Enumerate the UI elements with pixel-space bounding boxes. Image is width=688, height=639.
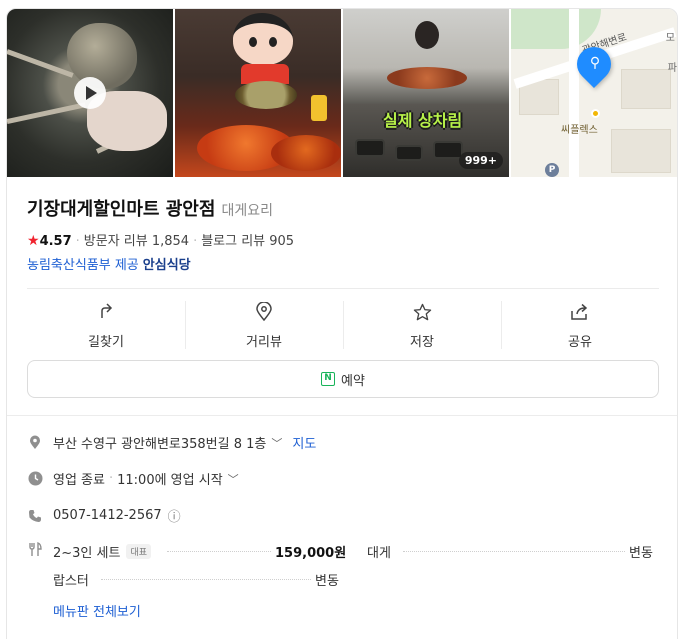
map-place-marker (591, 109, 600, 118)
star-icon: ★ (27, 233, 40, 249)
person (415, 21, 439, 49)
hours-status: 영업 종료 (53, 473, 105, 488)
street-view-label: 거리뷰 (246, 335, 282, 350)
map-label: 파 (667, 63, 677, 74)
photo-figure-crab[interactable] (175, 9, 341, 177)
reserve-button[interactable]: N 예약 (27, 360, 659, 398)
map-road (569, 9, 579, 177)
menu-leader (403, 551, 625, 552)
menu-item-name[interactable]: 대게 (367, 542, 391, 561)
dot-separator: · (108, 471, 114, 486)
menu-item-name: 2~3인 세트 (53, 546, 121, 561)
chevron-down-icon[interactable]: ﹀ (271, 435, 282, 451)
photo-caption: 실제 상차림 (383, 111, 463, 130)
phone-row: 0507-1412-2567 ⓘ (27, 506, 181, 525)
parking-icon: P (545, 163, 559, 177)
view-full-menu-link[interactable]: 메뉴판 전체보기 (53, 601, 141, 620)
review-stats: ★4.57 · 방문자 리뷰 1,854 · 블로그 리뷰 905 (27, 230, 294, 249)
divider (27, 288, 659, 289)
info-icon[interactable]: ⓘ (168, 506, 181, 525)
directions-label: 길찾기 (88, 335, 124, 350)
photo-count-badge[interactable]: 999+ (458, 152, 503, 169)
visitor-reviews-link[interactable]: 방문자 리뷰 1,854 (84, 234, 189, 249)
menu-item-price: 159,000원 (275, 546, 347, 561)
chevron-down-icon[interactable]: ﹀ (228, 471, 239, 487)
menu-leader (101, 579, 311, 580)
doll-head (233, 13, 293, 65)
share-icon (501, 301, 659, 323)
fork-knife-icon: ⚲ (589, 55, 601, 71)
side-dish (355, 139, 385, 157)
source-text: 농림축산식품부 제공 (27, 258, 139, 273)
place-card: 실제 상차림 999+ 광안해변로 모 파 ⚲ 씨플렉스 P 기장대게할인마트 … (6, 8, 678, 639)
utensils-icon (27, 541, 43, 557)
title-row: 기장대게할인마트 광안점 대게요리 (27, 195, 273, 221)
menu-item-price: 변동 (629, 546, 653, 561)
dot-separator: · (193, 234, 198, 249)
directions-button[interactable]: 길찾기 (27, 301, 185, 350)
map-block (611, 129, 671, 173)
reserve-label: 예약 (341, 373, 365, 389)
play-icon[interactable] (74, 77, 106, 109)
street-view-button[interactable]: 거리뷰 (185, 301, 343, 350)
save-button[interactable]: 저장 (343, 301, 501, 350)
photo-strip: 실제 상차림 999+ 광안해변로 모 파 ⚲ 씨플렉스 P (7, 9, 677, 177)
place-name[interactable]: 기장대게할인마트 광안점 (27, 199, 215, 220)
source-line: 농림축산식품부 제공 안심식당 (27, 254, 191, 273)
menu-item-price: 변동 (315, 574, 339, 589)
crab-leg (7, 102, 86, 124)
seafood-platter (387, 67, 467, 89)
crab-claw (67, 23, 137, 89)
clock-icon (27, 471, 43, 487)
section-divider (7, 415, 677, 416)
steamed-crab (271, 135, 341, 171)
star-icon (343, 301, 501, 323)
dot-separator: · (75, 234, 80, 249)
hours-next-open[interactable]: 11:00에 영업 시작 (117, 469, 223, 488)
menu-leader (167, 551, 271, 552)
naver-booking-icon: N (321, 372, 336, 386)
signature-tag: 대표 (126, 544, 152, 559)
map-label: 모 (665, 33, 675, 44)
doll-eye (249, 37, 257, 47)
share-label: 공유 (568, 335, 592, 350)
map-place-label: 씨플렉스 (561, 125, 598, 136)
menu-item-name[interactable]: 랍스터 (53, 570, 89, 589)
blog-reviews-link[interactable]: 블로그 리뷰 905 (201, 234, 294, 249)
rating-value: 4.57 (39, 234, 72, 249)
map-link[interactable]: 지도 (292, 433, 316, 452)
hours-row: 영업 종료 · 11:00에 영업 시작 ﹀ (27, 469, 239, 488)
place-category: 대게요리 (221, 203, 273, 219)
crab-leg (7, 49, 74, 78)
save-label: 저장 (410, 335, 434, 350)
action-bar: 길찾기 거리뷰 저장 공유 (27, 301, 659, 350)
side-dish (433, 141, 463, 159)
menu-item[interactable]: 2~3인 세트 대표 (53, 542, 152, 561)
map-thumbnail[interactable]: 광안해변로 모 파 ⚲ 씨플렉스 P (511, 9, 677, 177)
phone-icon (27, 508, 43, 524)
safe-restaurant-badge[interactable]: 안심식당 (143, 258, 191, 273)
photo-video-thumbnail[interactable] (7, 9, 173, 177)
cup (311, 95, 327, 121)
map-block (621, 69, 671, 109)
location-icon (27, 435, 43, 451)
location-pin-icon (185, 301, 343, 323)
directions-icon (27, 301, 185, 323)
phone-number[interactable]: 0507-1412-2567 (53, 508, 162, 523)
address-text[interactable]: 부산 수영구 광안해변로358번길 8 1층 (53, 433, 266, 452)
side-dish (395, 145, 423, 161)
doll-eye (269, 37, 277, 47)
crab-shell-dish (235, 81, 297, 109)
menu-row-icon (27, 541, 53, 557)
address-row: 부산 수영구 광안해변로358번길 8 1층 ﹀ 지도 (27, 433, 316, 452)
share-button[interactable]: 공유 (501, 301, 659, 350)
photo-table-setting[interactable]: 실제 상차림 999+ (343, 9, 509, 177)
